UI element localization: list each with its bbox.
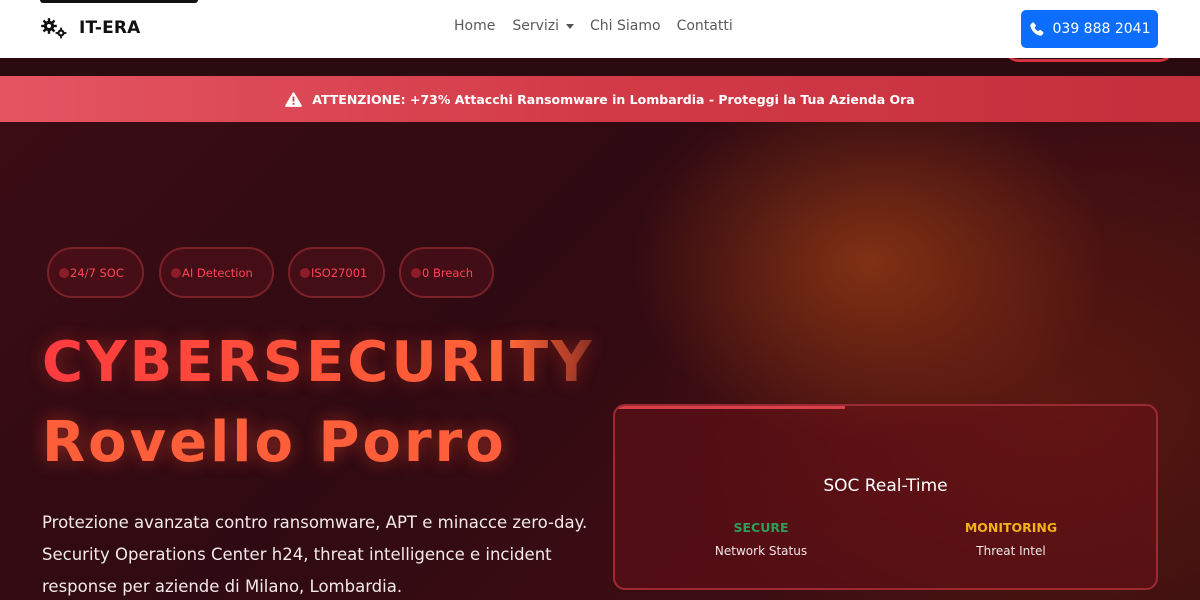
call-phone-button[interactable]: 039 888 2041 bbox=[1021, 10, 1158, 48]
soc-card-title: SOC Real-Time bbox=[823, 476, 948, 496]
hero-description: Protezione avanzata contro ransomware, A… bbox=[42, 513, 588, 596]
badge-iso27001: ISO27001 bbox=[288, 247, 385, 298]
status-dot-icon bbox=[411, 267, 421, 278]
soc-realtime-card: SOC Real-Time SECURE Network Status MONI… bbox=[613, 404, 1158, 590]
soc-stat-threat-intel: MONITORING Threat Intel bbox=[921, 520, 1101, 558]
nav-link-home[interactable]: Home bbox=[454, 18, 495, 34]
hero-title-line-2: Rovello Porro bbox=[42, 410, 507, 475]
nav-link-contatti[interactable]: Contatti bbox=[677, 18, 733, 34]
alert-banner: ATTENZIONE: +73% Attacchi Ransomware in … bbox=[0, 76, 1200, 122]
badge-24-7-soc: 24/7 SOC bbox=[47, 247, 144, 298]
stat-value: MONITORING bbox=[964, 520, 1058, 535]
stat-value: SECURE bbox=[733, 520, 789, 535]
alert-text: ATTENZIONE: +73% Attacchi Ransomware in … bbox=[312, 91, 915, 107]
main-nav: Home Servizi Chi Siamo Contatti bbox=[454, 18, 733, 34]
navbar-top-accent bbox=[40, 0, 198, 3]
nav-link-servizi[interactable]: Servizi bbox=[512, 18, 575, 34]
soc-progress-bar bbox=[615, 406, 845, 409]
soc-stat-network-status: SECURE Network Status bbox=[671, 520, 851, 558]
badge-ai-detection: AI Detection bbox=[159, 247, 274, 298]
badge-label: 24/7 SOC bbox=[70, 265, 124, 280]
stat-label: Network Status bbox=[714, 544, 808, 558]
badge-label: AI Detection bbox=[182, 265, 253, 280]
phone-number: 039 888 2041 bbox=[1052, 21, 1151, 37]
navbar: IT-ERA Home Servizi Chi Siamo Contatti 0… bbox=[0, 0, 1200, 58]
nav-link-servizi-label: Servizi bbox=[512, 18, 560, 34]
warning-triangle-icon bbox=[285, 91, 303, 107]
gears-icon bbox=[41, 18, 67, 39]
badge-label: ISO27001 bbox=[311, 265, 368, 280]
stat-label: Threat Intel bbox=[976, 544, 1046, 558]
hero-title-line-1: CYBERSECURITY bbox=[42, 330, 595, 395]
badge-zero-breach: 0 Breach bbox=[399, 247, 494, 298]
brand-name: IT-ERA bbox=[79, 18, 141, 38]
badge-label: 0 Breach bbox=[422, 265, 474, 280]
status-dot-icon bbox=[59, 267, 69, 278]
hero-section: 24/7 SOC AI Detection ISO27001 0 Breach … bbox=[0, 122, 1200, 600]
brand-link[interactable]: IT-ERA bbox=[41, 16, 141, 40]
nav-link-chi-siamo[interactable]: Chi Siamo bbox=[590, 18, 661, 34]
phone-icon bbox=[1029, 21, 1043, 36]
status-dot-icon bbox=[171, 267, 181, 278]
chevron-down-icon bbox=[566, 23, 575, 29]
status-dot-icon bbox=[300, 267, 310, 278]
